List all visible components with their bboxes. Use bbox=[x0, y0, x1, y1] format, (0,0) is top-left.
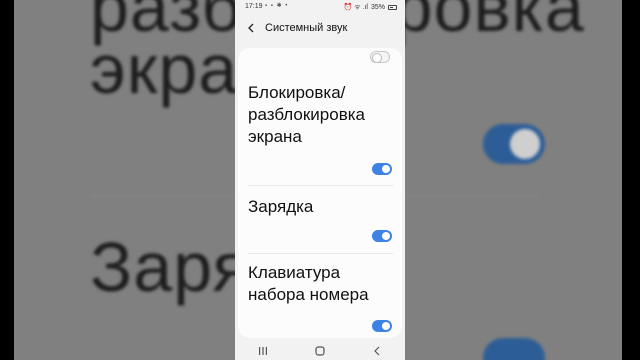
bg-toggle-icon bbox=[483, 338, 545, 360]
setting-item-charging[interactable]: Зарядка bbox=[238, 196, 402, 254]
chevron-left-icon bbox=[248, 23, 254, 33]
status-time: 17:19 bbox=[245, 3, 263, 10]
divider bbox=[248, 185, 393, 186]
setting-item-dialpad[interactable]: Клавиатура набора номера bbox=[238, 262, 402, 338]
signal-icons: ⏰ ᯤ .ıl bbox=[343, 4, 368, 11]
status-right: ⏰ ᯤ .ıl 35% bbox=[344, 3, 397, 12]
setting-label-lock-unlock: Блокировка/ разблокировка экрана bbox=[248, 83, 365, 146]
settings-card: Блокировка/ разблокировка экрана Зарядка… bbox=[238, 48, 402, 338]
setting-label-dialpad: Клавиатура набора номера bbox=[248, 263, 369, 304]
letterbox-left bbox=[0, 0, 14, 360]
recents-button[interactable] bbox=[253, 344, 273, 358]
toggle-dialpad[interactable] bbox=[372, 320, 392, 332]
app-header: Системный звук bbox=[235, 16, 405, 40]
status-bar: 17:19 ▪ ▪ ✱ • ⏰ ᯤ .ıl 35% bbox=[235, 0, 405, 14]
letterbox-right bbox=[622, 0, 640, 360]
back-button[interactable] bbox=[245, 22, 257, 34]
setting-label-charging: Зарядка bbox=[248, 197, 314, 216]
toggle-knob bbox=[372, 53, 382, 63]
setting-item-lock-unlock[interactable]: Блокировка/ разблокировка экрана bbox=[238, 82, 402, 184]
home-button[interactable] bbox=[310, 344, 330, 358]
battery-icon bbox=[388, 5, 397, 10]
divider bbox=[248, 253, 393, 254]
toggle-partial[interactable] bbox=[370, 51, 390, 63]
toggle-charging[interactable] bbox=[372, 230, 392, 242]
bg-toggle-icon bbox=[483, 124, 545, 164]
navigation-bar bbox=[235, 342, 405, 360]
back-nav-button[interactable] bbox=[367, 344, 387, 358]
battery-percent: 35% bbox=[370, 4, 385, 11]
home-icon bbox=[315, 346, 325, 356]
toggle-knob bbox=[381, 231, 391, 241]
page-title: Системный звук bbox=[265, 22, 348, 34]
toggle-knob bbox=[381, 164, 391, 174]
toggle-knob bbox=[381, 321, 391, 331]
recents-icon bbox=[259, 347, 268, 355]
phone-screen: 17:19 ▪ ▪ ✱ • ⏰ ᯤ .ıl 35% Системный звук… bbox=[235, 0, 405, 360]
notification-icons: ▪ ▪ ✱ • bbox=[265, 3, 289, 9]
back-nav-icon bbox=[373, 346, 380, 356]
toggle-lock-unlock[interactable] bbox=[372, 163, 392, 175]
